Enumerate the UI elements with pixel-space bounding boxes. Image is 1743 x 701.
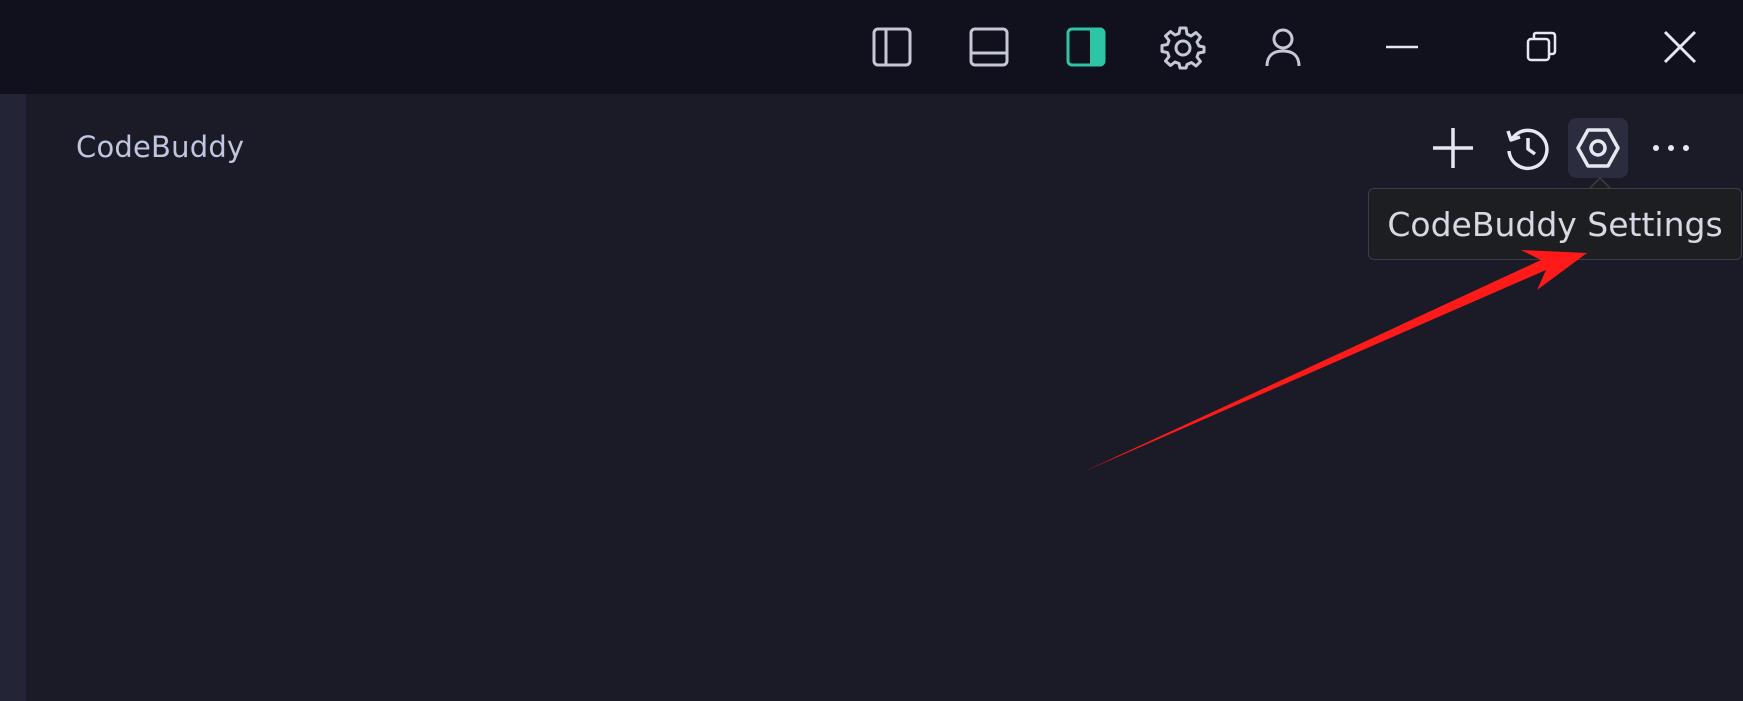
activity-bar-edge <box>0 94 26 701</box>
toggle-panel-button[interactable] <box>954 12 1024 82</box>
title-bar <box>0 0 1743 94</box>
accounts-button[interactable] <box>1248 12 1318 82</box>
plus-icon <box>1433 128 1473 168</box>
codebuddy-panel: CodeBuddy <box>26 94 1743 701</box>
restore-button[interactable] <box>1506 12 1576 82</box>
close-icon <box>1663 30 1697 64</box>
more-actions-button[interactable] <box>1641 118 1701 178</box>
new-chat-button[interactable] <box>1423 118 1483 178</box>
history-icon <box>1506 128 1549 171</box>
minimize-icon <box>1386 45 1418 49</box>
close-button[interactable] <box>1645 12 1715 82</box>
restore-icon <box>1526 31 1557 62</box>
toggle-primary-sidebar-button[interactable] <box>857 12 927 82</box>
accounts-icon <box>1265 28 1301 67</box>
codebuddy-settings-button[interactable] <box>1568 118 1628 178</box>
settings-button[interactable] <box>1148 12 1218 82</box>
settings-tooltip: CodeBuddy Settings <box>1368 188 1742 260</box>
more-icon <box>1653 145 1689 151</box>
toggle-secondary-sidebar-icon <box>1066 27 1106 67</box>
toggle-primary-sidebar-icon <box>872 27 912 67</box>
minimize-button[interactable] <box>1367 12 1437 82</box>
settings-gear-icon <box>1160 26 1206 70</box>
panel-title: CodeBuddy <box>76 130 245 164</box>
settings-hex-icon <box>1576 128 1620 168</box>
history-button[interactable] <box>1497 118 1557 178</box>
toggle-secondary-sidebar-button[interactable] <box>1051 12 1121 82</box>
toggle-panel-icon <box>969 27 1009 67</box>
